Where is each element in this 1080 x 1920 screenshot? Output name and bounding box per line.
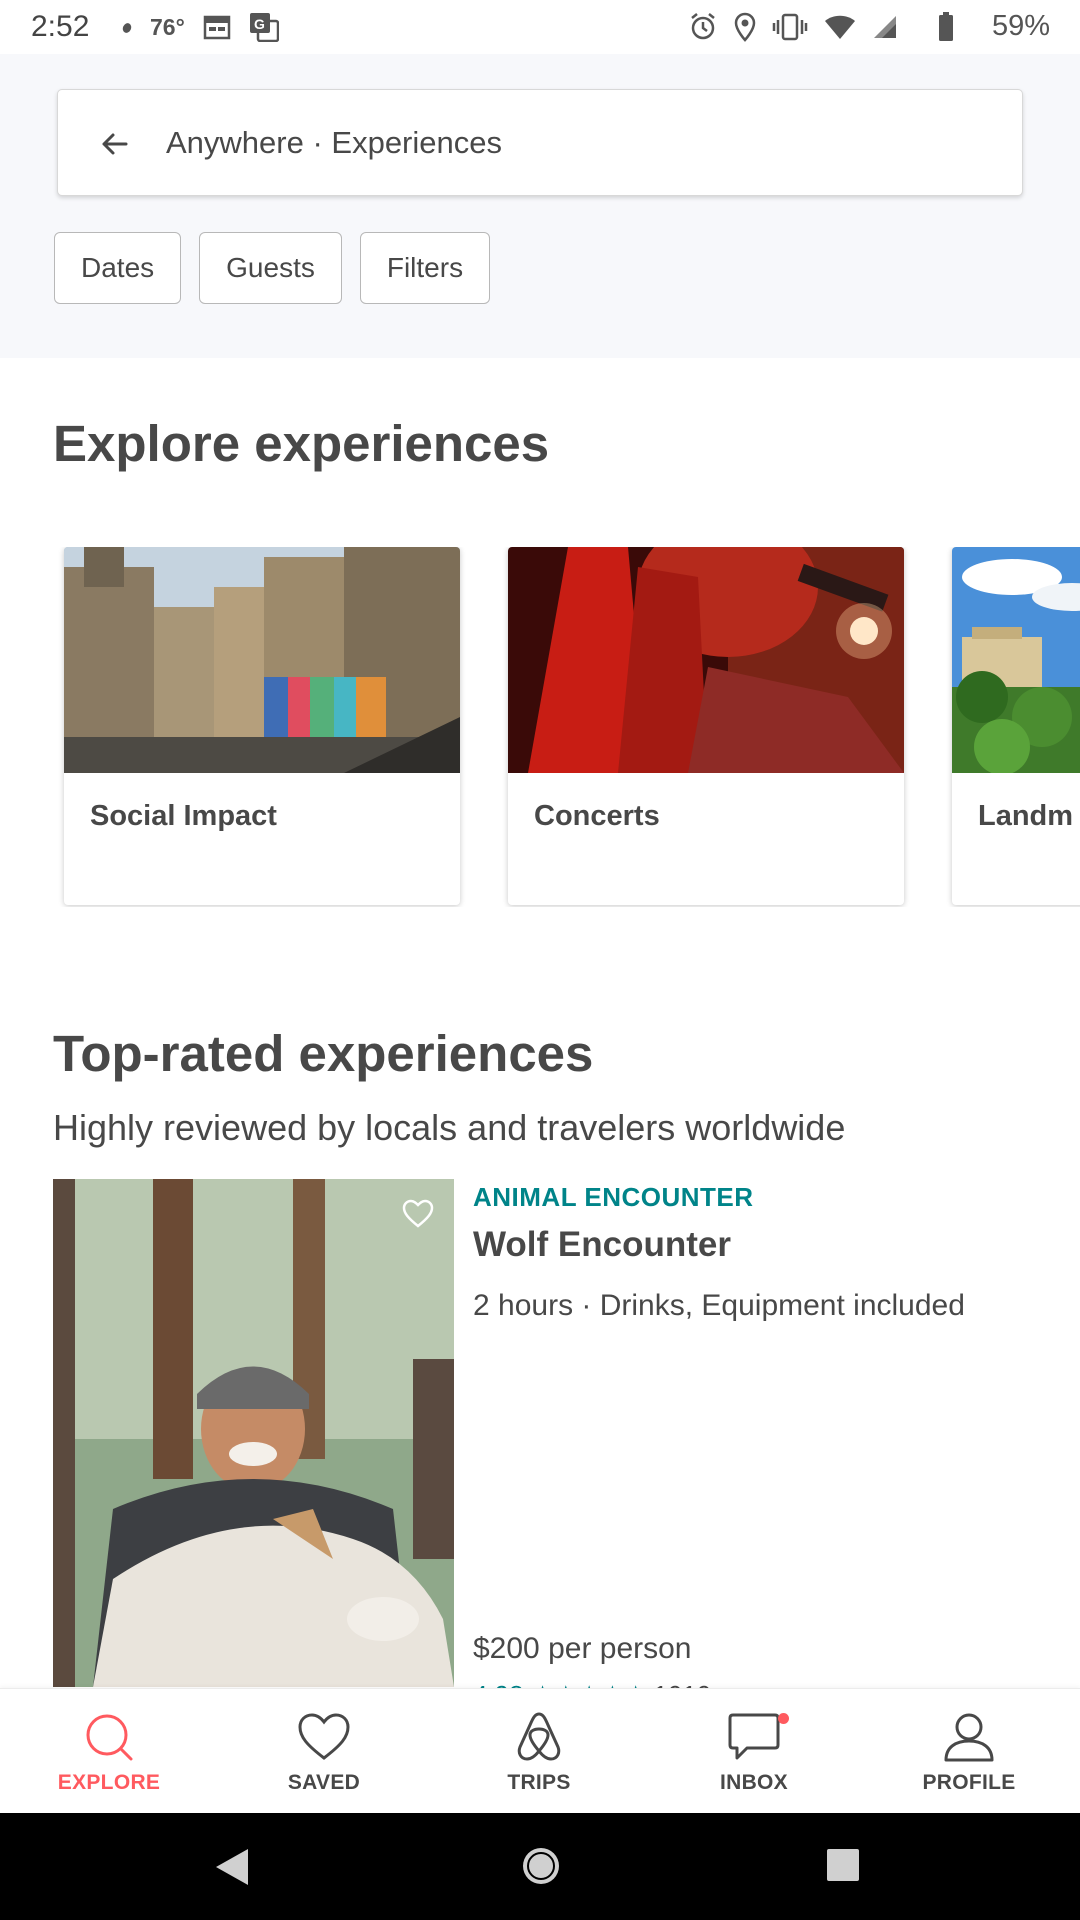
landmarks-image [952,547,1080,773]
explore-section-title: Explore experiences [53,415,550,472]
search-bar[interactable]: Anywhere · Experiences [57,89,1023,196]
system-home-icon[interactable] [520,1845,562,1887]
toprated-subtitle: Highly reviewed by locals and travelers … [53,1107,846,1148]
wolf-encounter-photo [53,1179,454,1687]
wifi-icon [825,15,855,39]
nav-profile[interactable]: PROFILE [889,1711,1049,1795]
listing-rating: 4.98 ★★★★★ 1010 [473,1680,711,1688]
category-carousel[interactable]: Social Impact Concerts Landm [0,547,1080,907]
category-card-landmarks[interactable]: Landm [952,547,1080,905]
search-query[interactable]: Anywhere · Experiences [166,125,502,161]
system-navigation-bar [0,1813,1080,1920]
bottom-navigation: EXPLORE SAVED TRIPS INBOX PROFILE [0,1688,1080,1813]
category-label: Social Impact [90,800,277,832]
alarm-icon [691,13,715,40]
listing-price: $200 per person [473,1632,692,1665]
social-impact-image [64,547,460,773]
calendar-icon [203,15,231,40]
header-area: Anywhere · Experiences Dates Guests Filt… [0,54,1080,358]
listing-image[interactable] [53,1179,454,1687]
translate-icon: G [249,13,279,42]
heart-icon [298,1713,350,1760]
status-right-icons [688,12,898,42]
save-heart-icon[interactable] [402,1199,434,1229]
rating-stars: 4.98 ★★★★★ [473,1680,647,1688]
notification-dot-icon [122,23,132,33]
status-temperature: 76° [150,13,185,40]
airbnb-logo-icon [517,1712,561,1761]
status-time: 2:52 [31,10,90,43]
status-bar: 2:52 76° G 59% [0,0,1080,54]
category-card-social-impact[interactable]: Social Impact [64,547,460,905]
nav-saved[interactable]: SAVED [244,1711,404,1795]
back-arrow-icon[interactable] [96,126,132,162]
status-left-icons: 76° G [122,12,279,42]
chat-bubble-icon [728,1713,780,1760]
nav-label: PROFILE [922,1771,1016,1794]
location-icon [734,12,756,42]
concerts-image [508,547,904,773]
status-battery: 59% [991,10,1050,42]
category-label: Landm [978,800,1074,832]
nav-label: EXPLORE [57,1771,161,1794]
person-icon [944,1713,994,1762]
system-back-icon[interactable] [214,1847,250,1887]
nav-inbox[interactable]: INBOX [674,1711,834,1795]
toprated-section-title: Top-rated experiences [53,1025,594,1082]
battery-icon [939,12,953,41]
listing-title[interactable]: Wolf Encounter [473,1225,731,1265]
review-count: 1010 [653,1680,711,1688]
nav-label: INBOX [719,1771,788,1794]
cell-signal-icon [874,16,896,38]
nav-explore[interactable]: EXPLORE [29,1711,189,1795]
category-label: Concerts [534,800,660,832]
vibrate-icon [772,13,808,41]
dates-chip[interactable]: Dates [54,232,182,304]
nav-label: TRIPS [507,1771,571,1794]
listing-details: 2 hours · Drinks, Equipment included [473,1289,965,1322]
nav-trips[interactable]: TRIPS [459,1711,619,1795]
category-card-concerts[interactable]: Concerts [508,547,904,905]
svg-text:G: G [254,16,265,32]
inbox-notification-dot [778,1713,789,1724]
search-icon [86,1714,133,1761]
nav-label: SAVED [287,1771,361,1794]
system-recents-icon[interactable] [826,1848,860,1882]
guests-chip[interactable]: Guests [199,232,342,304]
listing-category: ANIMAL ENCOUNTER [473,1182,754,1212]
filter-chips: Dates Guests Filters [54,232,491,304]
filters-chip[interactable]: Filters [359,232,491,304]
